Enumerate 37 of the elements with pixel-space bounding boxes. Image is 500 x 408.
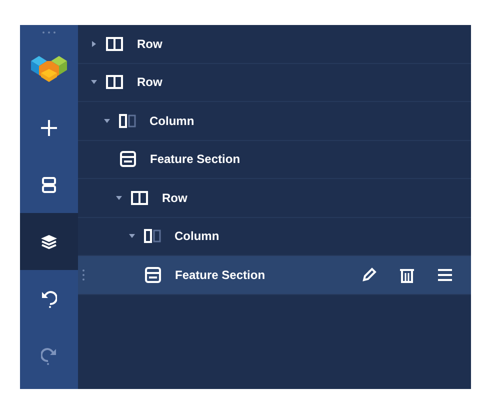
redo-icon: [41, 346, 57, 364]
layer-row[interactable]: Column: [78, 102, 471, 140]
layer-row[interactable]: Row: [78, 179, 471, 218]
column-icon: [118, 114, 136, 128]
drag-handle-icon[interactable]: [42, 31, 56, 34]
row-icon: [106, 36, 123, 51]
caret-down-icon[interactable]: [115, 194, 123, 202]
layer-label: Column: [174, 229, 220, 244]
layer-label: Column: [150, 114, 194, 128]
layer-row[interactable]: Row: [78, 64, 471, 102]
section-icon: [120, 151, 136, 168]
undo-icon: [41, 290, 57, 308]
add-icon: [40, 118, 58, 136]
layer-row[interactable]: Row: [78, 25, 471, 64]
layer-label: Feature Section: [150, 152, 240, 166]
drag-handle-icon[interactable]: [82, 269, 85, 281]
layer-row[interactable]: Feature Section: [78, 140, 471, 179]
row-icon: [131, 190, 148, 205]
edit-icon[interactable]: [361, 266, 377, 283]
layer-row[interactable]: Feature Section: [78, 256, 471, 294]
caret-down-icon[interactable]: [128, 232, 136, 240]
layer-label: Row: [162, 190, 188, 205]
menu-icon[interactable]: [437, 268, 453, 282]
layers-tool[interactable]: [20, 213, 78, 270]
layer-label: Feature Section: [175, 268, 266, 282]
column-icon: [144, 229, 160, 244]
layer-label: Row: [137, 75, 162, 90]
sections-icon: [42, 176, 56, 192]
caret-down-icon[interactable]: [102, 116, 110, 125]
cubes-logo-icon[interactable]: [29, 53, 69, 85]
layer-label: Row: [137, 36, 162, 51]
layers-icon: [40, 234, 58, 250]
caret-down-icon[interactable]: [90, 78, 98, 86]
trash-icon[interactable]: [399, 266, 415, 283]
caret-right-icon[interactable]: [90, 40, 98, 48]
row-icon: [106, 75, 123, 90]
section-icon: [145, 266, 161, 283]
